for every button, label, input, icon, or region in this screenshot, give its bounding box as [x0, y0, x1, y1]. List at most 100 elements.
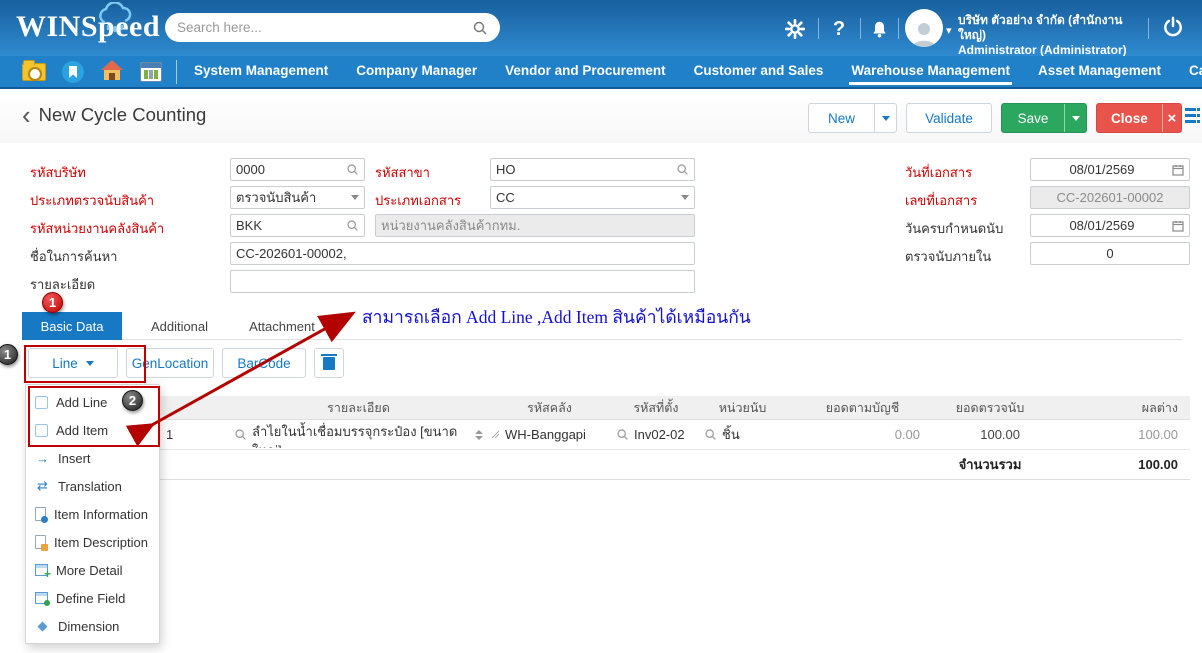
description-search-icon[interactable] — [234, 428, 247, 441]
label-search-name: ชื่อในการค้นหา — [30, 246, 117, 267]
genlocation-button[interactable]: GenLocation — [126, 348, 214, 378]
doc-no-field: CC-202601-00002 — [1030, 186, 1190, 209]
home-icon[interactable] — [100, 59, 124, 86]
description-field — [230, 270, 695, 293]
checkbox-icon — [35, 424, 48, 437]
header-divider — [818, 18, 819, 39]
nav-system-management[interactable]: System Management — [192, 57, 330, 86]
unit-search-icon[interactable] — [704, 428, 717, 441]
user-info[interactable]: บริษัท ตัวอย่าง จำกัด (สำนักงานใหญ่) Adm… — [958, 13, 1148, 58]
settings-gear-icon[interactable] — [784, 18, 806, 40]
cube-icon: ◆ — [35, 619, 50, 634]
page-info-icon — [35, 507, 46, 521]
line-dropdown-button[interactable]: Line — [28, 348, 118, 378]
tab-attachment[interactable]: Attachment — [237, 312, 327, 340]
col-description: รายละเอียด — [230, 398, 487, 418]
due-date-input[interactable] — [1036, 218, 1168, 233]
menu-insert[interactable]: →Insert — [26, 444, 159, 472]
cell-difference[interactable]: 100.00 — [1040, 427, 1190, 442]
cell-location[interactable]: Inv02-02 — [612, 427, 700, 442]
branch-code-field — [490, 158, 695, 181]
translation-icon: ⇄ — [35, 479, 50, 494]
line-caret-icon — [86, 361, 94, 366]
label-doc-type: ประเภทเอกสาร — [375, 190, 461, 211]
table-row[interactable]: 1 ลำไยในน้ำเชื่อมบรรจุกระป๋อง [ขนาดใหญ่]… — [30, 420, 1190, 450]
doc-type-caret-icon — [681, 195, 689, 200]
label-warehouse-code: รหัสหน่วยงานคลังสินค้า — [30, 218, 164, 239]
menu-item-information[interactable]: Item Information — [26, 500, 159, 528]
doc-date-input[interactable] — [1036, 162, 1168, 177]
barcode-button[interactable]: BarCode — [222, 348, 306, 378]
col-qty-book: ยอดตามบัญชี — [785, 398, 940, 418]
recent-folder-icon[interactable] — [22, 63, 46, 81]
nav-company-manager[interactable]: Company Manager — [354, 57, 479, 86]
tab-additional[interactable]: Additional — [137, 312, 222, 340]
nav-vendor-procurement[interactable]: Vendor and Procurement — [503, 57, 668, 86]
insert-arrow-icon: → — [35, 451, 50, 466]
bookmark-icon[interactable] — [62, 61, 84, 83]
menu-define-field[interactable]: Define Field — [26, 584, 159, 612]
user-avatar[interactable] — [905, 9, 943, 47]
menu-item-description[interactable]: Item Description — [26, 528, 159, 556]
page-edit-icon — [35, 535, 46, 549]
search-name-input[interactable] — [236, 246, 689, 261]
tab-basic-data[interactable]: Basic Data — [22, 312, 122, 340]
cell-qty-counted[interactable]: 100.00 — [940, 427, 1040, 442]
label-doc-date: วันที่เอกสาร — [905, 162, 972, 183]
user-menu-chevron-down-icon[interactable]: ▾ — [946, 24, 952, 37]
due-date-field — [1030, 214, 1190, 237]
search-icon[interactable] — [472, 20, 488, 36]
nav-cash-management[interactable]: Cash Management — [1187, 57, 1202, 86]
description-input[interactable] — [236, 274, 689, 289]
company-code-field — [230, 158, 365, 181]
row-spinner-icon[interactable] — [475, 430, 483, 440]
count-type-select[interactable]: ตรวจนับสินค้า — [230, 186, 365, 209]
search-input[interactable] — [177, 20, 472, 35]
help-icon[interactable]: ? — [828, 18, 850, 40]
count-within-input[interactable] — [1036, 246, 1184, 261]
branch-code-search-icon[interactable] — [676, 163, 689, 176]
nav-asset-management[interactable]: Asset Management — [1036, 57, 1163, 86]
cell-warehouse[interactable]: WH-Banggapi — [487, 427, 612, 442]
nav-warehouse-management[interactable]: Warehouse Management — [849, 57, 1012, 86]
menu-add-item[interactable]: Add Item — [26, 416, 159, 444]
total-value: 100.00 — [1040, 457, 1190, 472]
notifications-bell-icon[interactable] — [868, 18, 890, 40]
save-button[interactable]: Save — [1001, 103, 1087, 133]
items-table: รายละเอียด รหัสคลัง รหัสที่ตั้ง หน่วยนับ… — [30, 396, 1190, 480]
doc-type-select[interactable]: CC — [490, 186, 695, 209]
header-divider — [898, 18, 899, 39]
location-search-icon[interactable] — [616, 428, 629, 441]
company-code-input[interactable] — [236, 162, 342, 177]
calendar-icon[interactable] — [140, 62, 162, 82]
main-nav-bar: System Management Company Manager Vendor… — [0, 56, 1202, 89]
window-menu-icon[interactable] — [1185, 108, 1202, 126]
new-button[interactable]: New — [808, 103, 897, 133]
validate-button[interactable]: Validate — [906, 103, 992, 133]
due-date-calendar-icon[interactable] — [1172, 220, 1184, 232]
cell-description[interactable]: ลำไยในน้ำเชื่อมบรรจุกระป๋อง [ขนาดใหญ่] — [230, 422, 487, 448]
page-title-text: New Cycle Counting — [39, 104, 207, 126]
winspeed-app-window: WINSpeed — [0, 0, 1202, 653]
menu-translation[interactable]: ⇄Translation — [26, 472, 159, 500]
menu-more-detail[interactable]: More Detail — [26, 556, 159, 584]
close-button[interactable]: Close × — [1096, 103, 1182, 133]
annotation-badge-2-dark: 2 — [122, 390, 143, 411]
cell-unit[interactable]: ชิ้น — [700, 424, 785, 445]
delete-row-button[interactable] — [314, 348, 344, 378]
header-divider — [860, 18, 861, 39]
save-dropdown-caret-icon[interactable] — [1064, 104, 1086, 132]
new-dropdown-caret-icon[interactable] — [874, 104, 896, 132]
doc-date-calendar-icon[interactable] — [1172, 164, 1184, 176]
warehouse-code-search-icon[interactable] — [346, 219, 359, 232]
page-title: ‹ New Cycle Counting — [22, 104, 206, 126]
menu-dimension[interactable]: ◆Dimension — [26, 612, 159, 640]
branch-code-input[interactable] — [496, 162, 672, 177]
cell-qty-book[interactable]: 0.00 — [785, 427, 940, 442]
company-code-search-icon[interactable] — [346, 163, 359, 176]
logout-power-icon[interactable] — [1162, 16, 1184, 38]
warehouse-code-input[interactable] — [236, 218, 342, 233]
back-chevron-icon[interactable]: ‹ — [22, 106, 31, 124]
close-x-icon[interactable]: × — [1162, 104, 1181, 132]
nav-customer-sales[interactable]: Customer and Sales — [692, 57, 826, 86]
